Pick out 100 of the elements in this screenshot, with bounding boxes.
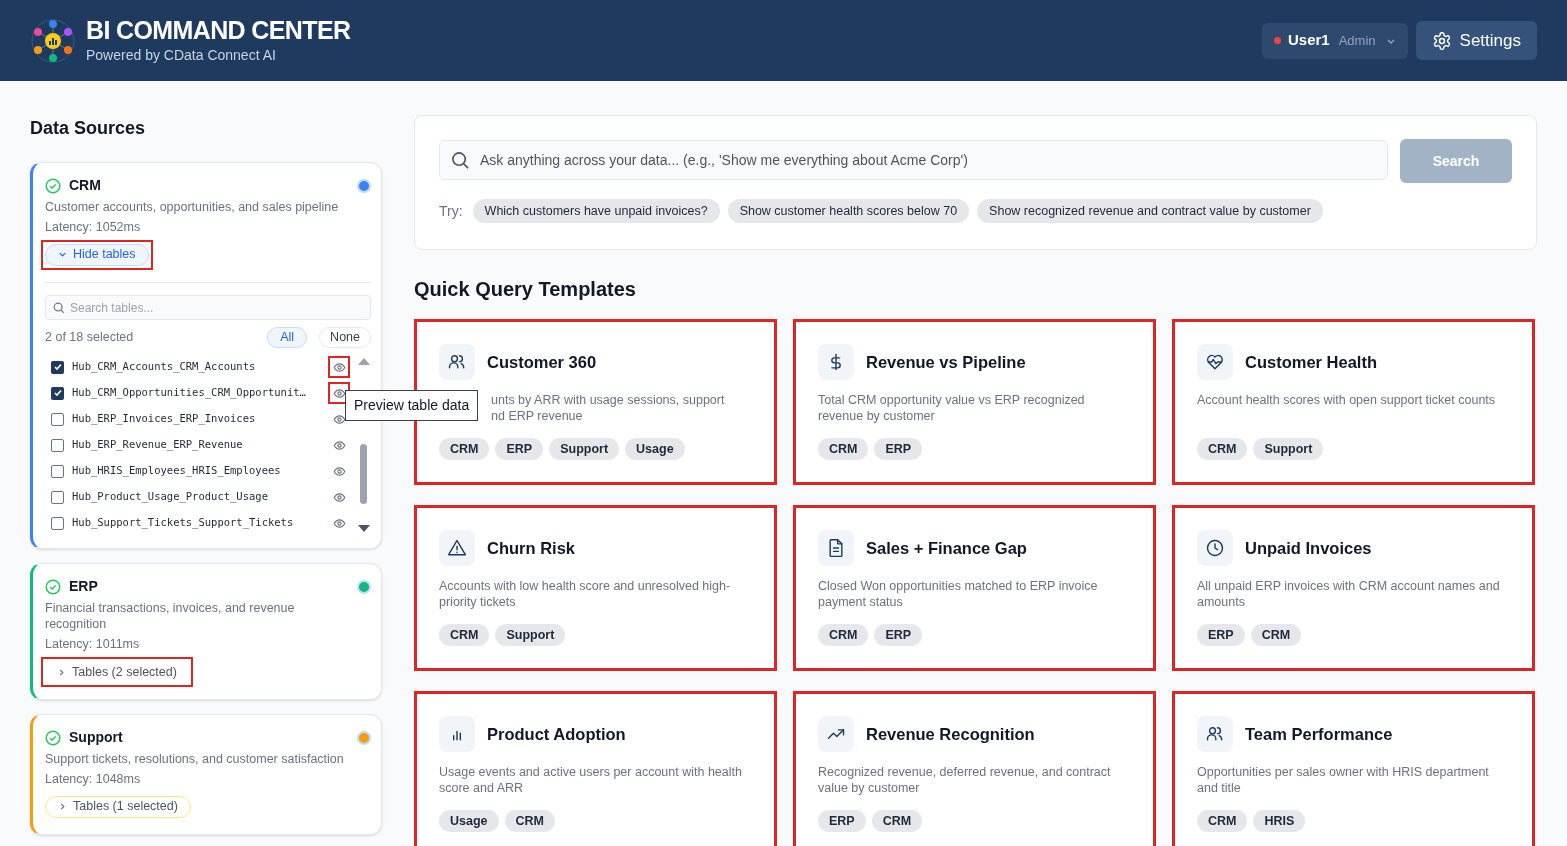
template-description: Account health scores with open support ticket counts [1197, 392, 1497, 408]
source-tag: CRM [1250, 624, 1302, 646]
tooltip: Preview table data [345, 390, 479, 422]
table-name: Hub_Product_Usage_Product_Usage [72, 489, 268, 505]
template-card[interactable]: Product Adoption Usage events and active users per account with health score and ARR Usage CRM [414, 691, 777, 846]
document-icon [818, 530, 854, 566]
template-description: Accounts with low health score and unresolved high- [439, 578, 732, 594]
check-circle-icon [45, 177, 61, 194]
settings-icon [1431, 30, 1452, 51]
template-title: Customer Health [1245, 351, 1378, 373]
chevron-right-icon [57, 667, 66, 677]
source-tag: ERP [1197, 624, 1245, 646]
source-description: Financial transactions, invoices, and revenue recognition [45, 600, 296, 633]
template-title: Customer 360 [487, 351, 597, 373]
template-description: Usage events and active users per account with health [439, 764, 743, 780]
app-title: BI COMMAND CENTER [86, 15, 351, 45]
settings-button[interactable]: Settings [1415, 21, 1537, 60]
template-title: Unpaid Invoices [1245, 537, 1372, 559]
search-field[interactable]: Ask anything across your data... (e.g., 'Show me everything about Acme Corp') [439, 140, 1388, 180]
template-description: amounts [1197, 594, 1246, 610]
source-tag: CRM [818, 438, 869, 460]
source-tag: ERP [495, 438, 544, 460]
source-tag: HRIS [1253, 810, 1306, 832]
template-title: Team Performance [1245, 723, 1393, 745]
table-name: Hub_Support_Tickets_Support_Tickets [72, 515, 294, 531]
source-tag: Support [1253, 438, 1324, 460]
template-description: value by customer [818, 780, 921, 796]
template-title: Product Adoption [487, 723, 626, 745]
template-card[interactable]: Unpaid Invoices All unpaid ERP invoices with CRM account names and amounts ERP CRM [1172, 505, 1535, 671]
source-tag: CRM [818, 624, 869, 646]
table-checkbox[interactable] [51, 386, 64, 400]
tables-toggle[interactable]: Hide tables [45, 243, 149, 266]
template-description: and title [1197, 780, 1242, 796]
select-all-button[interactable]: All [267, 327, 308, 349]
try-label: Try: [439, 201, 463, 221]
heart-pulse-icon [1197, 344, 1233, 380]
source-tag: CRM [504, 810, 555, 832]
table-checkbox[interactable] [51, 516, 64, 530]
chevron-right-icon [58, 802, 67, 812]
template-description: Total CRM opportunity value vs ERP recognized [818, 392, 1086, 408]
template-card[interactable]: Sales + Finance Gap Closed Won opportunities matched to ERP invoice payment status CRM ERP [793, 505, 1156, 671]
table-checkbox[interactable] [51, 438, 64, 452]
template-title: Sales + Finance Gap [866, 537, 1027, 559]
template-card[interactable]: Revenue vs Pipeline Total CRM opportunity value vs ERP recognized revenue by customer CRM ERP [793, 319, 1156, 485]
source-tag: ERP [874, 624, 923, 646]
table-checkbox[interactable] [51, 412, 64, 426]
template-description: score and ARR [439, 780, 525, 796]
table-name: Hub_CRM_Accounts_CRM_Accounts [72, 359, 256, 375]
bar-chart-icon [439, 716, 475, 752]
preview-eye-icon[interactable] [330, 384, 348, 403]
template-description: Closed Won opportunities matched to ERP invoice [818, 578, 1099, 594]
template-card[interactable]: Customer Health Account health scores with open support ticket counts CRM Support [1172, 319, 1535, 485]
template-card[interactable]: Churn Risk Accounts with low health score and unresolved high- priority tickets CRM Support [414, 505, 777, 671]
suggestion-chip[interactable]: Show customer health scores below 70 [727, 199, 970, 223]
template-description: payment status [818, 594, 904, 610]
source-tag: Support [549, 438, 620, 460]
check-circle-icon [45, 729, 61, 746]
table-name: Hub_ERP_Invoices_ERP_Invoices [72, 411, 256, 427]
source-tag: Support [495, 624, 566, 646]
template-card[interactable]: Revenue Recognition Recognized revenue, deferred revenue, and contract value by customer ERP CRM [793, 691, 1156, 846]
template-title: Revenue Recognition [866, 723, 1035, 745]
table-checkbox[interactable] [51, 490, 64, 504]
dollar-icon [818, 344, 854, 380]
template-description: Recognized revenue, deferred revenue, and contract [818, 764, 1112, 780]
users-icon [439, 344, 475, 380]
template-description: Opportunities per sales owner with HRIS department [1197, 764, 1490, 780]
table-name: Hub_CRM_Opportunities_CRM_Opportunit… [72, 385, 306, 401]
table-checkbox[interactable] [51, 360, 64, 374]
template-description: revenue by customer [818, 408, 936, 424]
source-tag: CRM [871, 810, 923, 832]
source-tag: ERP [874, 438, 923, 460]
tables-toggle[interactable]: Tables (1 selected) [45, 795, 191, 818]
source-tag: ERP [818, 810, 866, 832]
users-icon [1197, 716, 1233, 752]
table-name: Hub_ERP_Revenue_ERP_Revenue [72, 437, 243, 453]
user-menu-button[interactable]: User1 Admin [1262, 22, 1408, 59]
table-checkbox[interactable] [51, 464, 64, 478]
source-tag: CRM [439, 624, 490, 646]
section-heading: Quick Query Templates [414, 277, 637, 302]
template-description: priority tickets [439, 594, 517, 610]
logo-icon [30, 17, 76, 64]
warning-icon [439, 530, 475, 566]
preview-eye-icon[interactable] [330, 358, 348, 377]
source-description: Support tickets, resolutions, and customer satisfaction [45, 751, 345, 767]
source-tag: Usage [439, 810, 499, 832]
table-search-field[interactable]: Search tables... [45, 295, 371, 321]
source-name: CRM [69, 176, 101, 195]
source-tag: CRM [1197, 810, 1248, 832]
trend-up-icon [818, 716, 854, 752]
template-description: All unpaid ERP invoices with CRM account names and [1197, 578, 1501, 594]
source-tag: CRM [1197, 438, 1248, 460]
app-subtitle: Powered by CData Connect AI [86, 46, 277, 65]
suggestion-chip[interactable]: Show recognized revenue and contract value by customer [977, 199, 1323, 223]
clock-icon [1197, 530, 1233, 566]
source-tag: Usage [625, 438, 685, 460]
latency-text: Latency: 1048ms [45, 771, 142, 788]
source-name: ERP [69, 577, 98, 597]
suggestion-chip[interactable]: Which customers have unpaid invoices? [472, 199, 720, 223]
template-title: Churn Risk [487, 537, 575, 559]
template-card[interactable]: Team Performance Opportunities per sales owner with HRIS department and title CRM HRIS [1172, 691, 1535, 846]
